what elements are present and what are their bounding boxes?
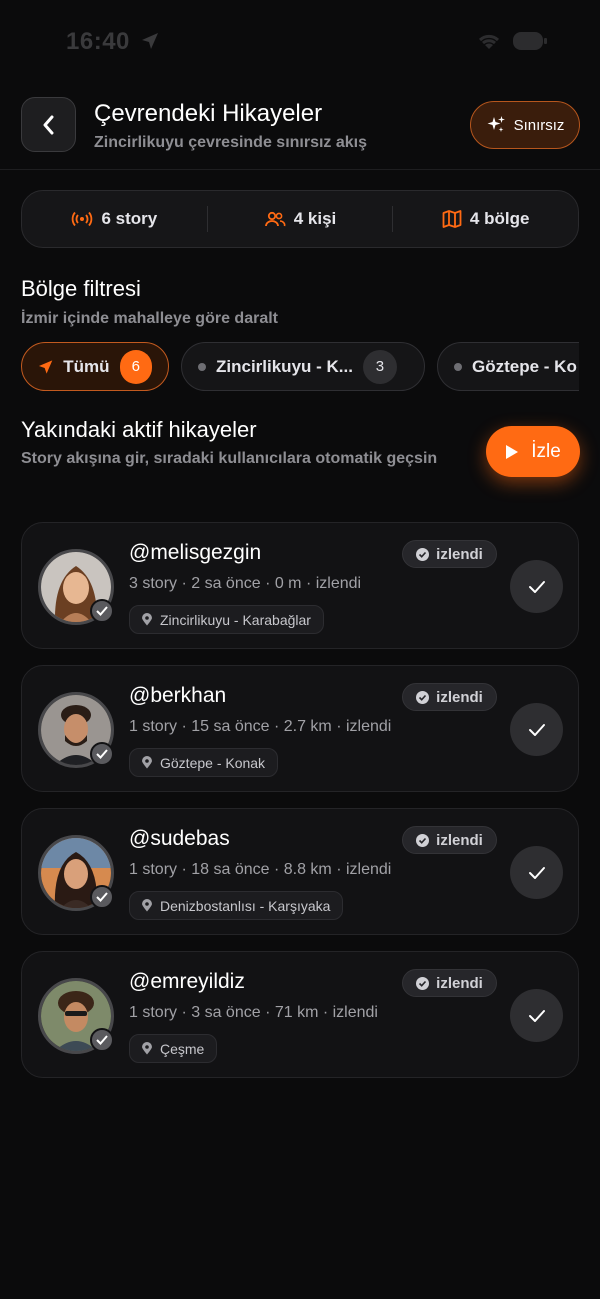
wifi-icon (478, 34, 500, 49)
stat-people: 4 kişi (208, 209, 393, 229)
story-card[interactable]: @sudebas 1 story · 18 sa önce · 8.8 km ·… (21, 808, 579, 935)
chip-label: Zincirlikuyu - K... (216, 356, 353, 376)
watched-label: izlendi (436, 688, 483, 706)
check-circle-icon (416, 547, 430, 561)
watched-check-button[interactable] (510, 846, 563, 899)
play-icon (506, 444, 519, 459)
users-icon (264, 211, 286, 227)
location-chip: Zincirlikuyu - Karabağlar (129, 605, 324, 634)
check-circle-icon (416, 976, 430, 990)
story-meta: 3 story · 2 sa önce · 0 m · izlendi (129, 575, 362, 592)
watched-label: izlendi (436, 831, 483, 849)
chevron-left-icon (43, 115, 53, 134)
status-bar: 16:40 (0, 0, 600, 80)
location-label: Denizbostanlısı - Karşıyaka (160, 897, 331, 914)
watched-check-button[interactable] (510, 703, 563, 756)
chip-zincirlikuyu[interactable]: Zincirlikuyu - K... 3 (181, 342, 425, 391)
location-chip: Denizbostanlısı - Karşıyaka (129, 891, 344, 920)
location-arrow-icon (142, 33, 158, 49)
check-icon (528, 866, 545, 879)
unlimited-button[interactable]: Sınırsız (470, 101, 580, 149)
stat-stories-label: 6 story (101, 209, 158, 228)
username: @sudebas (129, 827, 230, 850)
chip-label: Göztepe - Ko (472, 356, 577, 376)
watched-badge: izlendi (402, 826, 497, 854)
avatar (38, 978, 114, 1054)
header: Çevrendeki Hikayeler Zincirlikuyu çevres… (0, 92, 600, 170)
page-subtitle: Zincirlikuyu çevresinde sınırsız akış (94, 134, 368, 151)
unlimited-label: Sınırsız (513, 116, 565, 134)
check-circle-icon (416, 833, 430, 847)
map-icon (442, 210, 462, 228)
story-card[interactable]: @emreyildiz 1 story · 3 sa önce · 71 km … (21, 951, 579, 1078)
username: @berkhan (129, 684, 227, 707)
story-meta: 1 story · 3 sa önce · 71 km · izlendi (129, 1004, 378, 1021)
location-chip: Çeşme (129, 1034, 218, 1063)
location-label: Zincirlikuyu - Karabağlar (160, 611, 311, 628)
avatar (38, 835, 114, 911)
region-filter-title: Bölge filtresi (21, 276, 141, 301)
watched-badge: izlendi (402, 683, 497, 711)
back-button[interactable] (21, 97, 76, 152)
check-icon (90, 742, 114, 766)
check-icon (528, 723, 545, 736)
region-filter-subtitle: İzmir içinde mahalleye göre daralt (21, 310, 278, 327)
navigation-arrow-icon (38, 359, 53, 374)
watch-label: İzle (531, 440, 561, 462)
location-label: Göztepe - Konak (160, 754, 266, 771)
page-title: Çevrendeki Hikayeler (94, 100, 323, 127)
watched-badge: izlendi (402, 540, 497, 568)
check-icon (528, 580, 545, 593)
location-label: Çeşme (160, 1040, 205, 1057)
avatar (38, 692, 114, 768)
region-chips: Tümü 6 Zincirlikuyu - K... 3 Göztepe - K… (21, 342, 579, 392)
dot-icon (198, 362, 206, 371)
watched-label: izlendi (436, 974, 483, 992)
stats-bar: 6 story 4 kişi 4 bölge (21, 190, 579, 248)
chip-all[interactable]: Tümü 6 (21, 342, 169, 391)
battery-icon (513, 32, 547, 50)
stat-regions-label: 4 bölge (469, 209, 530, 228)
avatar (38, 549, 114, 625)
check-icon (528, 1009, 545, 1022)
check-circle-icon (416, 690, 430, 704)
nearby-title: Yakındaki aktif hikayeler (21, 417, 257, 442)
watched-badge: izlendi (402, 969, 497, 997)
username: @melisgezgin (129, 541, 262, 564)
location-pin-icon (142, 899, 152, 912)
watch-button[interactable]: İzle (486, 426, 580, 477)
watched-check-button[interactable] (510, 989, 563, 1042)
broadcast-icon (72, 211, 93, 227)
stat-stories: 6 story (22, 209, 207, 229)
watched-check-button[interactable] (510, 560, 563, 613)
watched-label: izlendi (436, 545, 483, 563)
stat-regions: 4 bölge (393, 209, 578, 229)
chip-count: 3 (362, 349, 397, 384)
story-card[interactable]: @berkhan 1 story · 15 sa önce · 2.7 km ·… (21, 665, 579, 792)
dot-icon (454, 362, 462, 371)
story-meta: 1 story · 18 sa önce · 8.8 km · izlendi (129, 861, 392, 878)
chip-goztepe[interactable]: Göztepe - Ko (437, 342, 579, 391)
check-icon (90, 599, 114, 623)
story-card[interactable]: @melisgezgin 3 story · 2 sa önce · 0 m ·… (21, 522, 579, 649)
nearby-subtitle: Story akışına gir, sıradaki kullanıcılar… (21, 450, 438, 467)
location-pin-icon (142, 613, 152, 626)
check-icon (90, 885, 114, 909)
chip-count: 6 (119, 349, 152, 384)
status-time: 16:40 (66, 28, 130, 55)
location-pin-icon (142, 756, 152, 769)
stat-people-label: 4 kişi (293, 209, 337, 228)
location-chip: Göztepe - Konak (129, 748, 279, 777)
username: @emreyildiz (129, 970, 245, 993)
sparkles-icon (487, 116, 505, 132)
check-icon (90, 1028, 114, 1052)
location-pin-icon (142, 1042, 152, 1055)
story-meta: 1 story · 15 sa önce · 2.7 km · izlendi (129, 718, 392, 735)
chip-label: Tümü (63, 356, 110, 376)
